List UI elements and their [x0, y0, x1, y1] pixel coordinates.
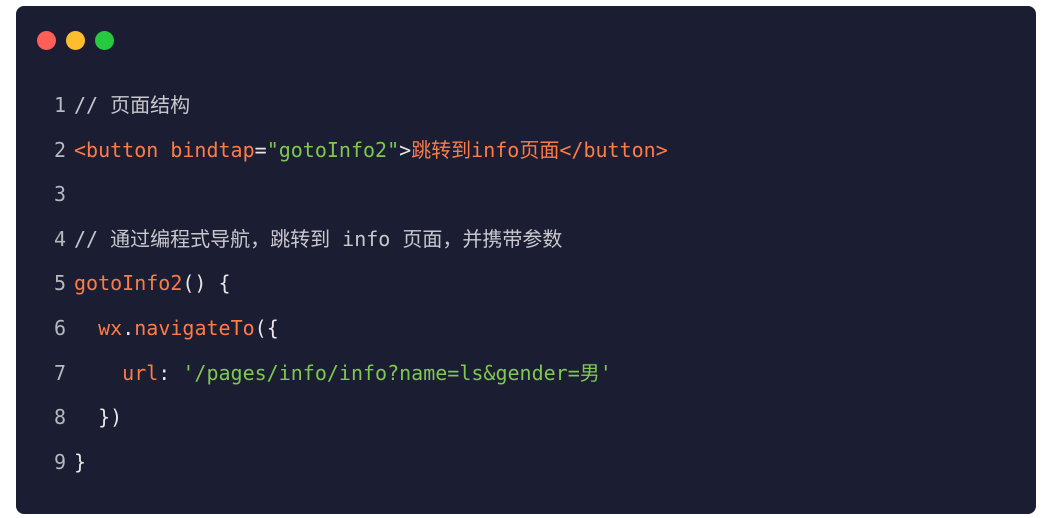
line-content: gotoInfo2() {: [74, 261, 231, 306]
code-block: 1 // 页面结构 2 <button bindtap="gotoInfo2">跳转到…: [16, 83, 1036, 484]
code-token: url: [122, 360, 159, 385]
code-token: </button>: [559, 137, 668, 162]
code-token: wx: [98, 315, 123, 340]
code-line: 6 wx.navigateTo({: [16, 306, 1036, 351]
code-line: 8 }): [16, 395, 1036, 440]
line-number: 6: [53, 315, 66, 340]
line-number: 2: [53, 137, 66, 162]
close-dot: [37, 31, 56, 50]
line-number: 1: [53, 93, 66, 117]
code-token: ({: [254, 315, 279, 340]
code-token: >: [399, 137, 412, 162]
minimize-dot: [66, 31, 85, 50]
line-number: 5: [53, 271, 66, 296]
code-line: 1 // 页面结构: [16, 83, 1036, 128]
code-token: =: [254, 137, 267, 162]
code-line: 5 gotoInfo2() {: [16, 261, 1036, 306]
line-content: }: [74, 440, 86, 485]
code-token: "gotoInfo2": [266, 137, 400, 162]
line-content: // 页面结构: [74, 83, 190, 128]
line-number: 9: [53, 449, 66, 474]
code-token: '/pages/info/info?name=ls&gender=男': [182, 360, 612, 385]
line-content: <button bindtap="gotoInfo2">跳转到info页面</b…: [74, 128, 668, 173]
code-token: .: [122, 315, 135, 340]
code-token: () {: [182, 271, 231, 296]
code-line: 9}: [16, 440, 1036, 485]
code-line: 3: [16, 172, 1036, 217]
code-token: 跳转到info页面: [411, 137, 560, 162]
code-token: <button: [74, 137, 159, 162]
code-token: // 通过编程式导航，跳转到 info 页面，并携带参数: [74, 226, 563, 251]
maximize-dot: [95, 31, 114, 50]
code-token: bindtap: [170, 137, 255, 162]
line-number: 8: [53, 405, 66, 430]
line-content: }): [74, 395, 122, 440]
line-content: wx.navigateTo({: [74, 306, 279, 351]
code-line: 2 <button bindtap="gotoInfo2">跳转到info页面</…: [16, 128, 1036, 173]
code-token: // 页面结构: [74, 93, 191, 117]
line-number: 7: [53, 360, 66, 385]
code-token: navigateTo: [134, 315, 255, 340]
code-window: 1 // 页面结构 2 <button bindtap="gotoInfo2">跳转到…: [16, 6, 1036, 514]
line-number: 4: [53, 226, 66, 251]
code-token: }): [74, 405, 123, 430]
line-content: url: '/pages/info/info?name=ls&gender=男': [74, 351, 612, 396]
code-token: }: [74, 449, 87, 474]
line-number: 3: [53, 182, 66, 207]
code-line: 7 url: '/pages/info/info?name=ls&gender=…: [16, 351, 1036, 396]
line-content: // 通过编程式导航，跳转到 info 页面，并携带参数: [74, 217, 562, 262]
code-line: 4 // 通过编程式导航，跳转到 info 页面，并携带参数: [16, 217, 1036, 262]
code-token: gotoInfo2: [74, 271, 183, 296]
window-controls: [37, 31, 114, 50]
code-token: :: [158, 360, 183, 385]
